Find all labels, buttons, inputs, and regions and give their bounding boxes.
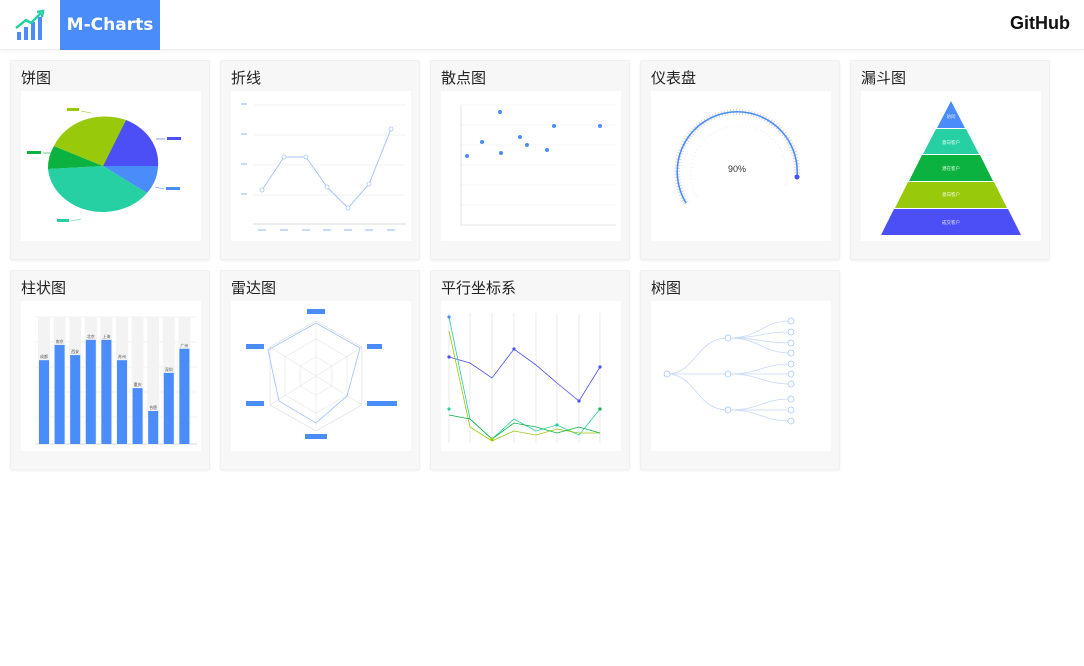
line-thumbnail xyxy=(231,91,411,241)
card-title: 雷达图 xyxy=(231,279,277,297)
bar-label: 南京 xyxy=(56,338,64,344)
bar-label: 苏州 xyxy=(118,353,126,359)
bar xyxy=(70,355,81,444)
pie-thumbnail xyxy=(21,91,201,241)
bar xyxy=(85,339,96,444)
card-title: 柱状图 xyxy=(21,279,67,297)
bar xyxy=(132,388,143,444)
card-title: 平行坐标系 xyxy=(441,279,517,297)
bar xyxy=(163,372,174,444)
bar-label: 上海 xyxy=(102,333,110,339)
funnel-thumbnail: 访问 意向客户 潜在客户 意向客户 成交客户 xyxy=(861,91,1041,241)
funnel-label: 意向客户 xyxy=(942,139,960,146)
card-title: 漏斗图 xyxy=(861,69,907,87)
card-bar[interactable]: 柱状图 成都 南京西安 北京 上海苏州重庆合肥 深圳 广州 xyxy=(10,270,210,470)
bar-label: 西安 xyxy=(71,348,79,354)
funnel-label: 意向客户 xyxy=(942,191,960,198)
card-line[interactable]: 折线 xyxy=(220,60,420,260)
parallel-thumbnail xyxy=(441,301,621,451)
bar-label: 深圳 xyxy=(165,366,173,372)
card-radar[interactable]: 雷达图 xyxy=(220,270,420,470)
card-parallel[interactable]: 平行坐标系 xyxy=(430,270,630,470)
radar-thumbnail xyxy=(231,301,411,451)
gauge-thumbnail: 90% xyxy=(651,91,831,241)
funnel-label: 访问 xyxy=(947,113,956,120)
bar xyxy=(117,360,127,444)
tree-thumbnail xyxy=(651,301,831,451)
card-title: 散点图 xyxy=(441,69,487,87)
funnel-label: 成交客户 xyxy=(942,219,960,226)
card-funnel[interactable]: 漏斗图 访问 意向客户 潜在客户 意向客户 成交客户 xyxy=(850,60,1050,260)
card-gauge[interactable]: 仪表盘 90% xyxy=(640,60,840,260)
bar xyxy=(179,348,190,444)
gauge-value-text: 90% xyxy=(728,164,746,174)
app-logo-icon[interactable] xyxy=(14,8,46,42)
bar xyxy=(101,339,112,444)
github-link[interactable]: GitHub xyxy=(1010,13,1070,34)
bar-label: 成都 xyxy=(40,353,48,359)
funnel-label: 潜在客户 xyxy=(942,165,960,172)
card-title: 仪表盘 xyxy=(651,69,697,87)
card-title: 树图 xyxy=(651,279,682,297)
bar-thumbnail: 成都 南京西安 北京 上海苏州重庆合肥 深圳 广州 xyxy=(21,301,201,451)
card-scatter[interactable]: 散点图 xyxy=(430,60,630,260)
card-title: 饼图 xyxy=(21,69,52,87)
bar-label: 合肥 xyxy=(149,404,157,410)
scatter-thumbnail xyxy=(441,91,621,241)
card-title: 折线 xyxy=(231,69,262,87)
brand-tab[interactable]: M-Charts xyxy=(60,0,160,50)
bar-label: 北京 xyxy=(87,333,95,339)
bar xyxy=(148,410,159,444)
card-pie[interactable]: 饼图 xyxy=(10,60,210,260)
card-tree[interactable]: 树图 xyxy=(640,270,840,470)
bar-label: 重庆 xyxy=(134,381,142,387)
bar xyxy=(54,344,65,444)
bar xyxy=(39,360,49,444)
bar-label: 广州 xyxy=(180,342,188,348)
top-header: M-Charts GitHub xyxy=(0,0,1084,50)
